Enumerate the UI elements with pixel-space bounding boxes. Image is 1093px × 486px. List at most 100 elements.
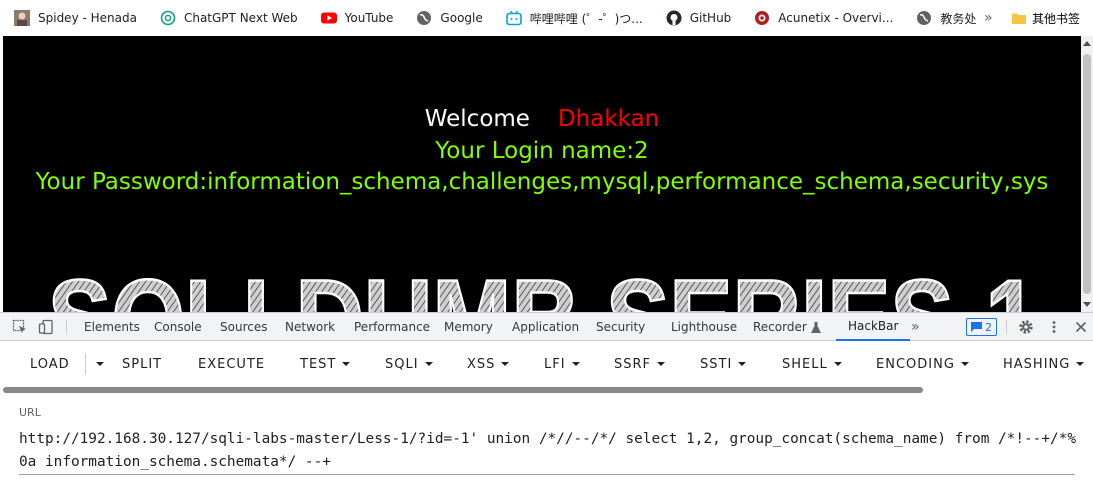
acunetix-icon — [754, 10, 770, 26]
scrollbar-thumb[interactable] — [1083, 54, 1091, 294]
caret-down-icon — [501, 362, 510, 366]
globe-icon — [916, 10, 932, 26]
ssrf-label: SSRF — [614, 356, 652, 372]
bookmark-github[interactable]: GitHub — [652, 0, 741, 36]
ssti-menu-button[interactable]: SSTI — [700, 341, 747, 387]
encoding-label: ENCODING — [876, 356, 955, 372]
login-name-text: Your Login name:2 — [435, 138, 649, 164]
other-bookmarks-folder[interactable]: 其他书签 — [1012, 0, 1080, 36]
settings-gear-icon[interactable] — [1018, 319, 1034, 335]
issues-badge[interactable]: 2 — [966, 318, 997, 336]
tab-hackbar[interactable]: HackBar — [836, 313, 911, 341]
sqli-label: SQLI — [385, 356, 419, 372]
url-field-label: URL — [19, 406, 41, 419]
bookmark-google[interactable]: Google — [402, 0, 491, 36]
devtools-tab-bar: Elements Console Sources Network Perform… — [0, 312, 1093, 341]
caret-down-icon — [342, 362, 351, 366]
scroll-up-arrow-icon[interactable] — [1083, 41, 1091, 46]
scroll-down-arrow-icon[interactable] — [1083, 302, 1091, 307]
xss-menu-button[interactable]: XSS — [467, 341, 510, 387]
url-textarea[interactable]: http://192.168.30.127/sqli-labs-master/L… — [19, 428, 1079, 474]
tab-recorder[interactable]: Recorder — [753, 313, 821, 341]
issues-count: 2 — [985, 320, 992, 334]
divider — [85, 353, 86, 375]
load-dropdown-button[interactable] — [90, 341, 104, 387]
tab-application[interactable]: Application — [512, 313, 579, 341]
more-options-icon[interactable] — [1046, 319, 1062, 335]
user-name: Dhakkan — [557, 106, 660, 132]
caret-down-icon — [571, 362, 580, 366]
caret-down-icon — [1076, 362, 1085, 366]
bookmark-bilibili[interactable]: 哔哩哔哩 (゜-゜)つ... — [492, 0, 652, 36]
bookmark-label: YouTube — [344, 11, 394, 25]
tab-sources[interactable]: Sources — [220, 313, 267, 341]
bookmark-youtube[interactable]: YouTube — [307, 0, 403, 36]
hashing-label: HASHING — [1003, 356, 1071, 372]
load-button[interactable]: LOAD — [30, 341, 70, 387]
caret-down-icon — [833, 362, 842, 366]
device-toolbar-icon[interactable] — [38, 319, 54, 335]
bookmark-chatgpt[interactable]: ChatGPT Next Web — [146, 0, 307, 36]
caret-down-icon — [960, 362, 969, 366]
test-label: TEST — [300, 356, 337, 372]
bookmark-label: ChatGPT Next Web — [183, 11, 298, 25]
flask-icon — [810, 321, 821, 333]
bookmark-label: Google — [440, 11, 483, 25]
hackbar-horizontal-scrollbar[interactable] — [0, 387, 1093, 395]
welcome-line: Welcome Dhakkan — [3, 106, 1081, 132]
banner-text: SQLI DUMB SERIES-1 — [48, 257, 1038, 312]
split-button[interactable]: SPLIT — [122, 341, 162, 387]
welcome-text: Welcome — [424, 106, 530, 132]
bookmark-label: 教务处 — [940, 11, 977, 26]
bookmark-label: Acunetix - Overvi... — [778, 11, 894, 25]
tab-console[interactable]: Console — [154, 313, 202, 341]
scrollbar-thumb[interactable] — [3, 387, 923, 393]
sqli-banner-logo: SQLI DUMB SERIES-1 — [48, 256, 1038, 312]
tab-security[interactable]: Security — [596, 313, 645, 341]
bookmark-acunetix[interactable]: Acunetix - Overvi... — [740, 0, 902, 36]
tab-network[interactable]: Network — [285, 313, 335, 341]
caret-down-icon — [657, 362, 666, 366]
page-viewport: Welcome Dhakkan Your Login name:2 Your Pa… — [3, 36, 1081, 312]
bookmark-label: Spidey - Henada — [38, 11, 137, 25]
more-tabs-button[interactable]: » — [911, 313, 920, 341]
hackbar-toolbar: LOAD SPLIT EXECUTE TEST SQLI XSS LFI SSR… — [0, 341, 1093, 387]
sqli-menu-button[interactable]: SQLI — [385, 341, 433, 387]
tab-lighthouse[interactable]: Lighthouse — [671, 313, 737, 341]
caret-down-icon — [96, 362, 104, 366]
caret-down-icon — [424, 362, 433, 366]
page-scrollbar[interactable] — [1081, 36, 1093, 312]
ssti-label: SSTI — [700, 356, 733, 372]
tab-elements[interactable]: Elements — [84, 313, 140, 341]
bookmarks-overflow-button[interactable]: » — [984, 0, 993, 36]
bookmarks-bar: Spidey - Henada ChatGPT Next Web YouTube… — [0, 0, 1093, 36]
tab-performance[interactable]: Performance — [354, 313, 430, 341]
lfi-menu-button[interactable]: LFI — [544, 341, 580, 387]
shell-label: SHELL — [782, 356, 828, 372]
bookmark-spidey[interactable]: Spidey - Henada — [0, 0, 146, 36]
bookmark-jiaowuchu[interactable]: 教务处 — [902, 0, 985, 36]
avatar-icon — [14, 10, 30, 26]
shell-menu-button[interactable]: SHELL — [782, 341, 842, 387]
url-field-underline — [19, 474, 1075, 475]
divider — [1006, 320, 1007, 334]
github-icon — [666, 10, 682, 26]
tab-recorder-label: Recorder — [753, 320, 807, 334]
bilibili-icon — [505, 10, 522, 26]
encoding-menu-button[interactable]: ENCODING — [876, 341, 969, 387]
globe-icon — [416, 10, 432, 26]
password-text: Your Password:information_schema,challen… — [35, 169, 1049, 195]
folder-icon — [1012, 12, 1026, 24]
tab-memory[interactable]: Memory — [444, 313, 493, 341]
xss-label: XSS — [467, 356, 496, 372]
execute-button[interactable]: EXECUTE — [198, 341, 265, 387]
inspect-element-icon[interactable] — [12, 319, 28, 335]
ssrf-menu-button[interactable]: SSRF — [614, 341, 666, 387]
hashing-menu-button[interactable]: HASHING — [1003, 341, 1085, 387]
test-menu-button[interactable]: TEST — [300, 341, 351, 387]
lfi-label: LFI — [544, 356, 566, 372]
bookmark-label: GitHub — [689, 11, 732, 25]
close-devtools-icon[interactable] — [1073, 319, 1089, 335]
openai-icon — [160, 10, 176, 26]
message-icon — [971, 322, 982, 332]
